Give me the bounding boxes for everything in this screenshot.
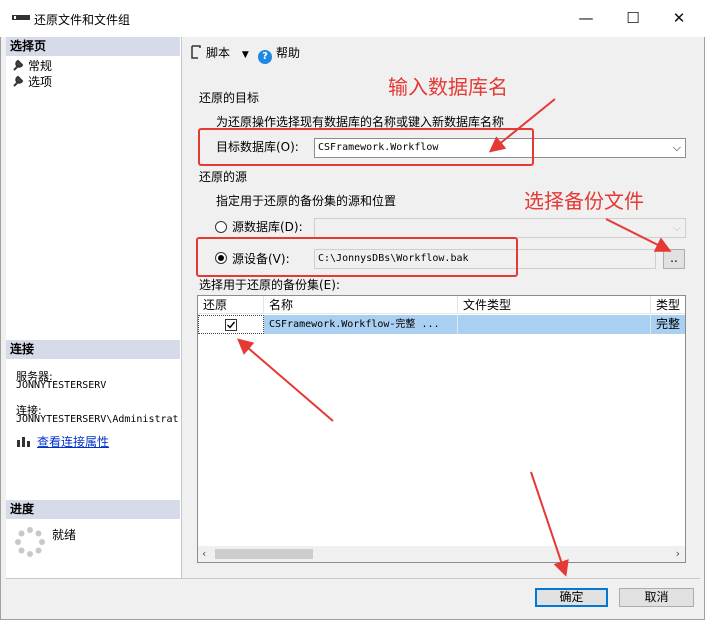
progress-header: 进度 [6,500,180,519]
server-value: JONNYTESTERSERV [16,380,107,391]
restore-checkbox[interactable] [225,319,237,331]
annotation-box-source-device [196,237,518,277]
column-header-name[interactable]: 名称 [264,296,458,314]
scroll-left-icon[interactable]: ‹ [202,547,206,560]
backup-sets-label: 选择用于还原的备份集(E): [199,278,340,292]
horizontal-scrollbar[interactable]: ‹ › [198,546,685,562]
view-connection-properties-link[interactable]: 查看连接属性 [37,433,109,450]
browse-device-button[interactable]: .. [663,249,685,269]
app-icon [12,15,30,20]
source-hint: 指定用于还原的备份集的源和位置 [216,194,397,208]
column-header-type[interactable]: 类型 [651,296,685,314]
column-header-file-type[interactable]: 文件类型 [458,296,651,314]
connection-value: JONNYTESTERSERV\Administrat [16,414,179,425]
script-icon [191,45,201,59]
scrollbar-thumb[interactable] [215,549,313,559]
help-button[interactable]: ? 帮助 [258,44,300,64]
source-section-title: 还原的源 [199,170,248,184]
wrench-icon [13,59,24,71]
restore-checkbox-cell[interactable] [198,315,264,334]
column-header-restore[interactable]: 还原 [198,296,264,314]
left-panel [6,37,182,578]
from-database-label: 源数据库(D): [232,220,303,234]
bottom-divider [6,578,700,579]
script-button[interactable]: 脚本 ▼ [190,44,249,61]
source-database-combobox[interactable]: ⌵ [314,218,686,238]
annotation-box-target-db [198,128,534,166]
ok-button[interactable]: 确定 [535,588,608,607]
page-item-general-label: 常规 [28,59,53,73]
chevron-down-icon[interactable]: ⌵ [673,141,681,155]
connection-properties-icon [17,437,30,447]
script-label: 脚本 [206,46,231,60]
checkmark-icon [227,321,236,329]
help-icon: ? [258,50,272,64]
backup-sets-grid[interactable] [197,295,686,563]
progress-status: 就绪 [52,528,77,542]
chevron-down-icon: ▼ [241,50,249,60]
chevron-down-icon: ⌵ [672,221,681,234]
close-button[interactable]: ✕ [656,0,702,37]
backup-set-type-cell[interactable]: 完整 [651,315,685,334]
progress-spinner-icon [15,527,45,557]
maximize-button[interactable]: ☐ [610,0,656,37]
backup-set-name-cell[interactable]: CSFramework.Workflow-完整 ... [264,315,458,334]
help-label: 帮助 [276,46,301,60]
annotation-choose-backup-file: 选择备份文件 [524,189,644,213]
page-item-options[interactable]: 选项 [12,73,52,90]
page-item-general[interactable]: 常规 [12,57,52,74]
scroll-right-icon[interactable]: › [676,547,680,560]
destination-section-title: 还原的目标 [199,91,260,105]
from-database-radio[interactable] [215,221,227,233]
annotation-enter-db-name: 输入数据库名 [388,75,508,99]
window-title: 还原文件和文件组 [34,13,131,27]
backup-set-file-type-cell[interactable] [458,315,651,334]
cancel-button[interactable]: 取消 [619,588,694,607]
page-item-options-label: 选项 [28,75,53,89]
minimize-button[interactable]: — [563,0,609,37]
title-bar: 还原文件和文件组 — ☐ ✕ [0,0,706,37]
select-page-header: 选择页 [6,37,180,56]
connection-header: 连接 [6,340,180,359]
wrench-icon [13,75,24,87]
